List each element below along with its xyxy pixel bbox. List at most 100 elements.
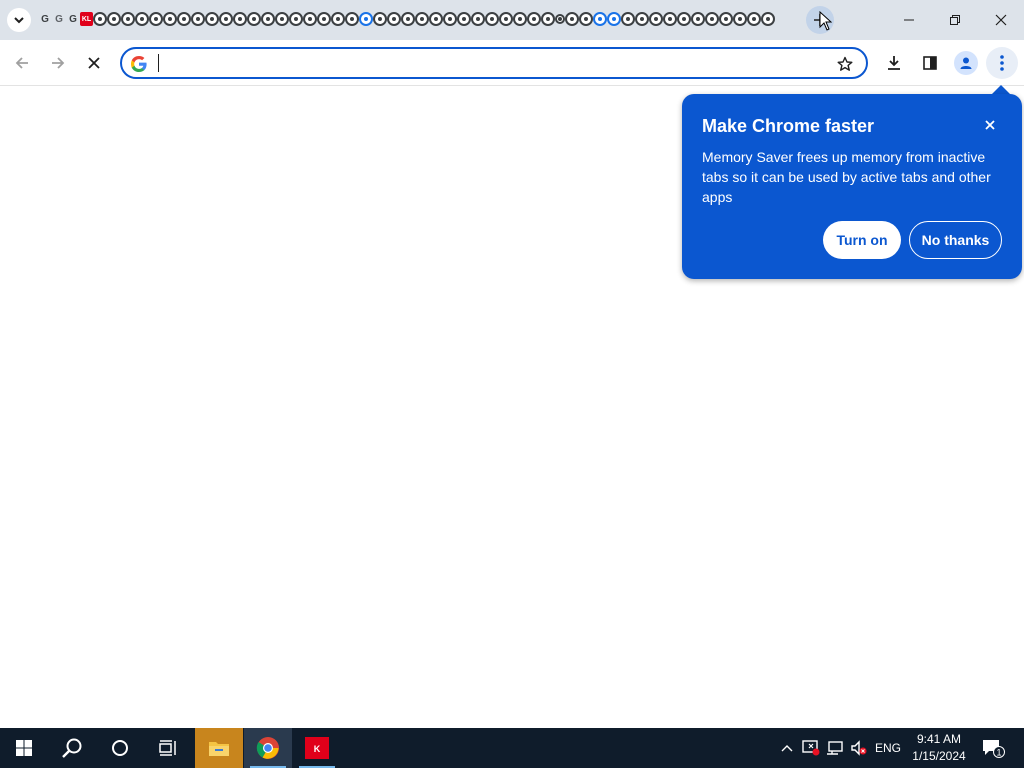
tab-search-button[interactable] (7, 8, 31, 32)
cortana-circle-icon (112, 740, 128, 756)
globe-icon[interactable] (719, 12, 733, 26)
globe-icon[interactable] (317, 12, 331, 26)
globe-icon[interactable] (163, 12, 177, 26)
system-clock[interactable]: 9:41 AM 1/15/2024 (906, 731, 972, 765)
close-window-button[interactable] (978, 0, 1024, 40)
task-view-button[interactable] (144, 728, 192, 768)
globe-icon[interactable] (415, 12, 429, 26)
globe-icon[interactable] (485, 12, 499, 26)
globe-blue-icon[interactable] (593, 12, 607, 26)
chevron-up-icon (781, 745, 793, 752)
security-tray-icon[interactable] (800, 728, 822, 768)
restore-button[interactable] (932, 0, 978, 40)
globe-icon[interactable] (149, 12, 163, 26)
globe-icon[interactable] (541, 12, 555, 26)
globe-icon[interactable] (233, 12, 247, 26)
globe-small-icon[interactable] (555, 14, 565, 24)
chrome-menu-button[interactable] (986, 47, 1018, 79)
text-caret (158, 54, 159, 72)
taskbar-kl-app[interactable]: K (293, 728, 341, 768)
taskbar-search-button[interactable] (48, 728, 96, 768)
minimize-button[interactable] (886, 0, 932, 40)
language-indicator[interactable]: ENG (874, 728, 902, 768)
back-button[interactable] (6, 47, 38, 79)
globe-icon[interactable] (705, 12, 719, 26)
shield-alert-icon (802, 740, 820, 756)
globe-icon[interactable] (649, 12, 663, 26)
profile-button[interactable] (950, 47, 982, 79)
globe-icon[interactable] (443, 12, 457, 26)
globe-icon[interactable] (499, 12, 513, 26)
google-icon[interactable]: G (66, 12, 80, 26)
globe-icon[interactable] (247, 12, 261, 26)
address-bar[interactable] (120, 47, 868, 79)
globe-icon[interactable] (401, 12, 415, 26)
globe-icon[interactable] (691, 12, 705, 26)
turn-on-button[interactable]: Turn on (823, 221, 901, 259)
globe-blue-icon[interactable] (359, 12, 373, 26)
action-center-button[interactable]: 1 (978, 728, 1008, 768)
globe-icon[interactable] (191, 12, 205, 26)
globe-icon[interactable] (387, 12, 401, 26)
globe-icon[interactable] (565, 12, 579, 26)
close-icon (995, 14, 1007, 26)
globe-icon[interactable] (345, 12, 359, 26)
globe-icon[interactable] (457, 12, 471, 26)
globe-icon[interactable] (635, 12, 649, 26)
address-input[interactable] (156, 53, 816, 73)
globe-icon[interactable] (121, 12, 135, 26)
globe-icon[interactable] (135, 12, 149, 26)
restore-icon (950, 15, 960, 25)
kl-icon[interactable]: KL (80, 12, 93, 26)
globe-icon[interactable] (219, 12, 233, 26)
globe-icon[interactable] (527, 12, 541, 26)
avatar (954, 51, 978, 75)
google-grey-icon[interactable]: G (52, 12, 66, 26)
globe-icon[interactable] (429, 12, 443, 26)
downloads-button[interactable] (878, 47, 910, 79)
globe-icon[interactable] (275, 12, 289, 26)
chevron-down-icon (14, 17, 24, 24)
globe-icon[interactable] (513, 12, 527, 26)
network-tray-icon[interactable] (824, 728, 846, 768)
globe-icon[interactable] (107, 12, 121, 26)
globe-icon[interactable] (93, 12, 107, 26)
globe-icon[interactable] (289, 12, 303, 26)
bookmark-button[interactable] (831, 50, 859, 78)
person-icon (960, 57, 972, 69)
side-panel-button[interactable] (914, 47, 946, 79)
bubble-close-button[interactable] (980, 115, 1000, 135)
no-thanks-button[interactable]: No thanks (909, 221, 1002, 259)
globe-icon[interactable] (471, 12, 485, 26)
globe-icon[interactable] (205, 12, 219, 26)
cortana-button[interactable] (96, 728, 144, 768)
globe-icon[interactable] (331, 12, 345, 26)
globe-icon[interactable] (747, 12, 761, 26)
globe-icon[interactable] (261, 12, 275, 26)
start-button[interactable] (0, 728, 48, 768)
globe-blue-icon[interactable] (607, 12, 621, 26)
globe-icon[interactable] (761, 12, 775, 26)
forward-button[interactable] (42, 47, 74, 79)
chrome-icon (256, 737, 279, 759)
title-bar: G G G KL (0, 0, 1024, 40)
globe-icon[interactable] (621, 12, 635, 26)
clock-date: 1/15/2024 (912, 749, 966, 763)
globe-icon[interactable] (177, 12, 191, 26)
globe-icon[interactable] (677, 12, 691, 26)
globe-icon[interactable] (303, 12, 317, 26)
taskbar-file-explorer[interactable] (195, 728, 243, 768)
arrow-right-icon (52, 57, 65, 69)
taskbar-chrome[interactable] (244, 728, 292, 768)
task-view-icon (159, 740, 176, 756)
google-icon[interactable]: G (38, 12, 52, 26)
globe-icon[interactable] (663, 12, 677, 26)
show-hidden-icons-button[interactable] (776, 728, 798, 768)
volume-tray-icon[interactable] (848, 728, 870, 768)
globe-icon[interactable] (373, 12, 387, 26)
notification-icon: 1 (983, 740, 1005, 758)
arrow-left-icon (15, 57, 28, 69)
globe-icon[interactable] (579, 12, 593, 26)
globe-icon[interactable] (733, 12, 747, 26)
stop-loading-button[interactable] (78, 47, 110, 79)
